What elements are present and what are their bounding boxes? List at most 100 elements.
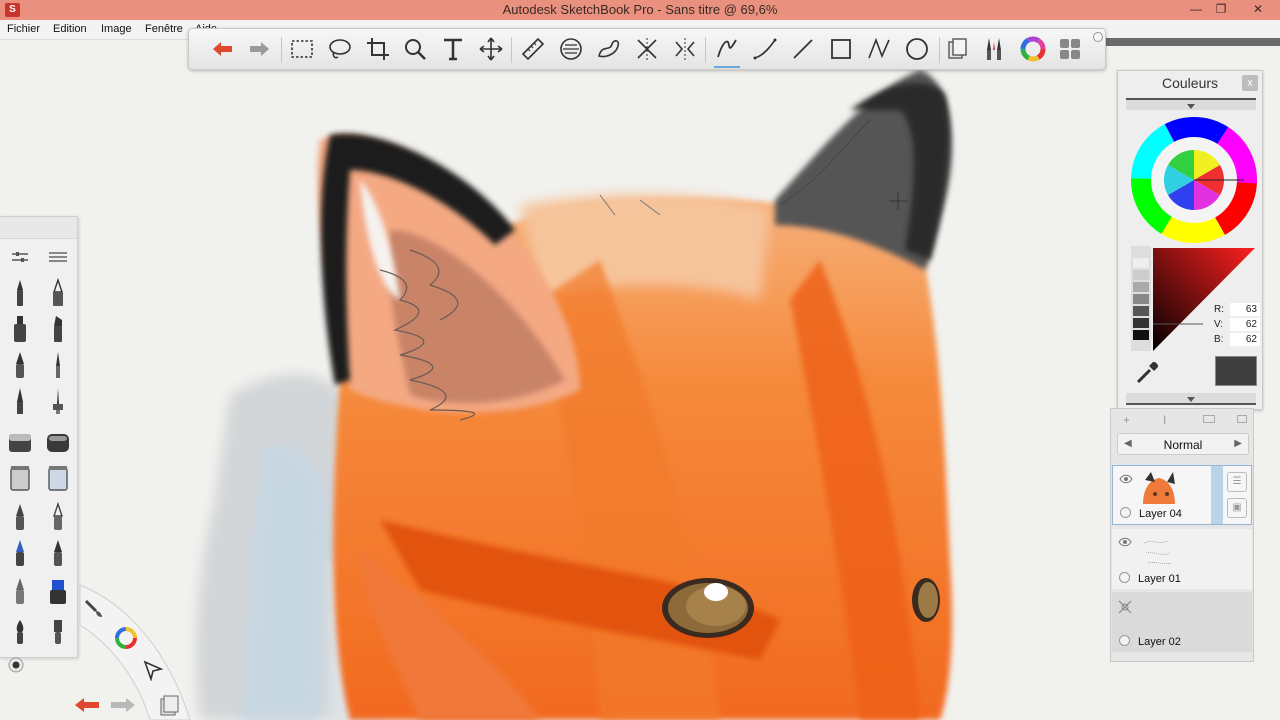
image-layer-icon[interactable] (1203, 415, 1215, 423)
crop-button[interactable] (363, 34, 393, 64)
french-curve-button[interactable] (594, 34, 624, 64)
lagoon-undo-button[interactable] (72, 693, 102, 717)
maximize-button[interactable]: ❐ (1207, 0, 1235, 20)
ink-pen-icon (16, 352, 24, 378)
text-button[interactable] (438, 34, 468, 64)
french-curve-icon (598, 40, 620, 58)
brush-properties-button[interactable] (5, 241, 35, 273)
lagoon-color-button[interactable] (113, 625, 139, 651)
layer-select-radio[interactable] (1120, 507, 1131, 518)
blend-next-icon[interactable]: ▶ (1234, 438, 1242, 449)
move-transform-button[interactable] (476, 34, 506, 64)
lagoon-redo-icon (111, 698, 135, 712)
color-panel-expand-bar[interactable] (1126, 393, 1256, 405)
brush-palette-header[interactable] (0, 217, 77, 239)
red-value[interactable]: 63 (1230, 303, 1260, 316)
layer-menu-icon[interactable]: ☰ (1227, 472, 1247, 492)
toolbar-separator (705, 37, 706, 63)
brush-paint-bucket[interactable] (5, 461, 35, 493)
add-layer-icon[interactable]: + (1123, 413, 1130, 427)
lasso-button[interactable] (325, 34, 355, 64)
pencil-stroke-button[interactable] (712, 34, 742, 68)
triangle-down-icon (1187, 104, 1195, 109)
brushes-button[interactable] (980, 34, 1010, 64)
select-rectangle-button[interactable] (287, 34, 317, 64)
palettes-button[interactable] (1055, 34, 1085, 64)
toolbar-pin-icon[interactable] (1093, 32, 1103, 42)
curve-line-button[interactable] (750, 34, 780, 64)
color-wheel[interactable] (1131, 117, 1257, 243)
lagoon-menu (0, 575, 210, 720)
lagoon-select-button[interactable] (142, 659, 164, 682)
chisel-brush-icon (53, 502, 63, 530)
color-wheel-button[interactable] (1018, 34, 1048, 64)
layer-opacity-strip[interactable] (1211, 466, 1223, 524)
rectangle-button[interactable] (826, 34, 856, 64)
green-value[interactable]: 62 (1230, 318, 1260, 331)
brush-ink-pen[interactable] (5, 349, 35, 381)
symmetry-y-icon (675, 38, 695, 60)
blue-value-row[interactable]: B: 62 (1214, 333, 1260, 347)
brush-eraser-hard[interactable] (5, 427, 35, 459)
ellipse-button[interactable] (902, 34, 932, 64)
polyline-button[interactable] (864, 34, 894, 64)
ellipse-guide-icon (560, 38, 582, 60)
blue-value[interactable]: 62 (1230, 333, 1260, 346)
ruler-button[interactable] (518, 34, 548, 64)
brush-airbrush[interactable] (5, 501, 35, 533)
lagoon-redo-button[interactable] (108, 693, 138, 717)
layer-row-01[interactable]: Layer 01 (1112, 529, 1252, 589)
menu-edition[interactable]: Edition (53, 23, 87, 35)
visibility-eye-icon[interactable] (1118, 537, 1132, 547)
eyedropper-button[interactable] (1132, 358, 1162, 388)
brush-paint-bucket-2[interactable] (43, 461, 73, 493)
brush-pencil[interactable] (5, 277, 35, 309)
hidden-visibility-icon[interactable] (1118, 600, 1132, 614)
layer-select-radio[interactable] (1119, 635, 1130, 646)
brush-technical-pen[interactable] (43, 277, 73, 309)
brush-needle[interactable] (43, 385, 73, 417)
layer-row-04[interactable]: Layer 04 ☰ ▣ (1112, 465, 1252, 525)
current-color-swatch[interactable] (1215, 356, 1257, 386)
color-panel-collapse-bar[interactable] (1126, 98, 1256, 110)
menu-fichier[interactable]: Fichier (7, 23, 40, 35)
menu-fenetre[interactable]: Fenêtre (145, 23, 183, 35)
symmetry-x-button[interactable] (632, 34, 662, 64)
brush-dark-pen[interactable] (43, 537, 73, 569)
straight-line-button[interactable] (788, 34, 818, 64)
layer-lock-icon[interactable]: ▣ (1227, 498, 1247, 518)
ellipse-guide-button[interactable] (556, 34, 586, 64)
lasso-icon (329, 39, 351, 59)
visibility-eye-icon[interactable] (1119, 474, 1133, 484)
symmetry-y-button[interactable] (670, 34, 700, 64)
lagoon-layers-button[interactable] (158, 693, 180, 717)
blend-mode-selector[interactable]: ◀ Normal ▶ (1117, 433, 1249, 455)
layer-info-icon[interactable]: I (1163, 413, 1166, 427)
stacked-pages-icon (160, 695, 179, 716)
toolbar-separator (939, 37, 940, 63)
brush-blue-pen[interactable] (5, 537, 35, 569)
layer-row-02[interactable]: Layer 02 (1112, 592, 1252, 652)
copy-paste-button[interactable] (942, 34, 972, 64)
minimize-button[interactable]: — (1182, 0, 1210, 20)
lagoon-brush-button[interactable] (82, 597, 106, 621)
brush-calligraphy[interactable] (5, 385, 35, 417)
layer-select-radio[interactable] (1119, 572, 1130, 583)
color-panel-close-button[interactable]: x (1242, 75, 1258, 91)
close-button[interactable]: ✕ (1238, 0, 1278, 20)
menu-image[interactable]: Image (101, 23, 132, 35)
brush-marker[interactable] (5, 313, 35, 345)
zoom-button[interactable] (400, 34, 430, 64)
felt-pen-icon (54, 316, 62, 342)
toolbar-separator (281, 37, 282, 63)
brush-eraser-soft[interactable] (43, 427, 73, 459)
brush-chisel[interactable] (43, 501, 73, 533)
undo-button[interactable] (207, 34, 237, 64)
brush-felt-pen[interactable] (43, 313, 73, 345)
brush-fine-pen[interactable] (43, 349, 73, 381)
brush-list-button[interactable] (43, 241, 73, 273)
redo-button[interactable] (245, 34, 275, 64)
delete-layer-icon[interactable] (1237, 415, 1247, 423)
red-value-row[interactable]: R: 63 (1214, 303, 1260, 317)
green-value-row[interactable]: V: 62 (1214, 318, 1260, 332)
